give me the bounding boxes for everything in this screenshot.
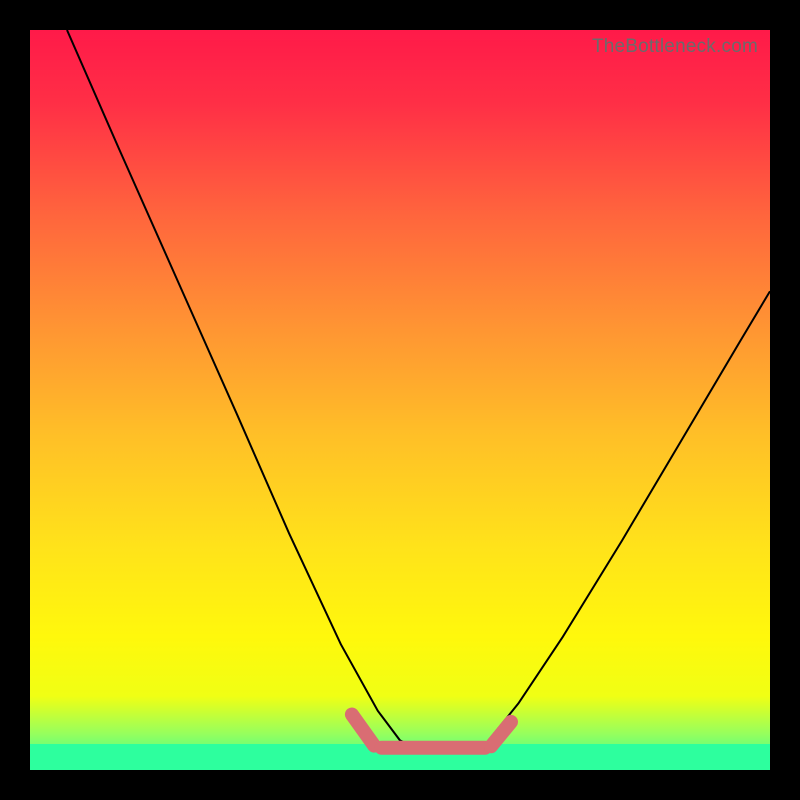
curve-layer — [30, 30, 770, 770]
plot-frame: TheBottleneck.com — [30, 30, 770, 770]
pink-highlight-group — [352, 715, 511, 748]
watermark-text: TheBottleneck.com — [592, 36, 758, 58]
pink-segment — [491, 722, 511, 746]
pink-segment — [352, 715, 374, 746]
bottleneck-curve — [67, 30, 770, 752]
